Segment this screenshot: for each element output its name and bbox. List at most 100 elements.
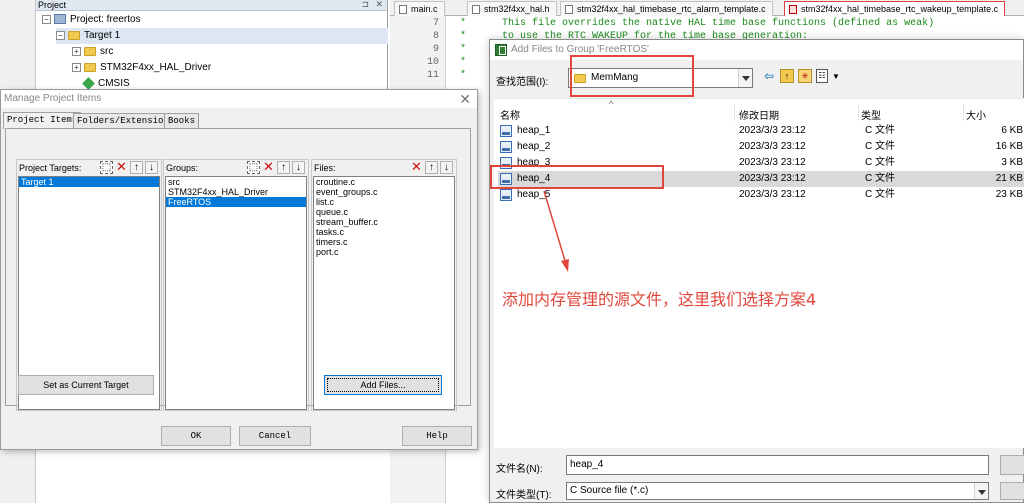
file-name: heap_2	[517, 141, 551, 152]
file-size: 16 KB	[995, 141, 1023, 152]
document-icon	[399, 5, 407, 14]
line-number: 11	[426, 70, 439, 81]
new-folder-icon[interactable]: ✳	[798, 69, 812, 83]
line-number: 7	[432, 18, 439, 29]
project-panel-title: Project ⊐ ✕	[36, 0, 387, 11]
c-file-icon	[500, 141, 512, 153]
file-date: 2023/3/3 23:12	[739, 189, 806, 200]
view-menu-icon[interactable]: ☷	[816, 69, 828, 83]
file-type-dropdown[interactable]: C Source file (*.c)	[566, 482, 989, 500]
move-down-icon[interactable]: ↓	[440, 161, 453, 174]
file-name-input[interactable]: heap_4	[566, 455, 989, 475]
tab-hal-h[interactable]: stm32f4xx_hal.h	[467, 1, 557, 16]
up-folder-icon[interactable]: ↑	[780, 69, 794, 83]
groups-list[interactable]: src STM32F4xx_HAL_Driver FreeRTOS	[165, 176, 307, 410]
file-size: 21 KB	[995, 173, 1023, 184]
dialog-title-bar[interactable]: Manage Project Items ✕	[1, 90, 477, 108]
move-up-icon[interactable]: ↑	[130, 161, 143, 174]
column-header-type[interactable]: 类型	[861, 107, 881, 122]
list-item[interactable]: STM32F4xx_HAL_Driver	[166, 187, 306, 197]
file-row[interactable]: heap_1 2023/3/3 23:12 C 文件 6 KB	[498, 123, 1024, 139]
pin-icon[interactable]: ⊐	[361, 0, 369, 10]
new-item-icon[interactable]: ⬚	[247, 161, 260, 174]
list-item[interactable]: event_groups.c	[314, 187, 454, 197]
tab-rtc-wakeup[interactable]: stm32f4xx_hal_timebase_rtc_wakeup_templa…	[784, 1, 1006, 16]
chevron-down-icon[interactable]	[974, 483, 988, 499]
tree-item-hal-driver[interactable]: + STM32F4xx_HAL_Driver	[72, 60, 211, 76]
list-item[interactable]: list.c	[314, 197, 454, 207]
ok-button[interactable]: OK	[161, 426, 231, 446]
move-down-icon[interactable]: ↓	[292, 161, 305, 174]
file-name: heap_1	[517, 125, 551, 136]
expand-icon[interactable]: +	[72, 62, 81, 72]
file-type: C 文件	[865, 189, 895, 200]
column-header-name[interactable]: 名称	[500, 107, 520, 122]
file-type-value: C Source file (*.c)	[570, 485, 649, 496]
file-type: C 文件	[865, 125, 895, 136]
tab-books[interactable]: Books	[164, 113, 200, 128]
column-separator[interactable]	[734, 103, 735, 121]
move-up-icon[interactable]: ↑	[277, 161, 290, 174]
tree-item-project[interactable]: − Project: freertos	[42, 12, 141, 28]
list-item[interactable]: tasks.c	[314, 227, 454, 237]
open-button[interactable]	[1000, 455, 1024, 475]
tab-project-items[interactable]: Project Items	[3, 112, 82, 129]
expand-icon[interactable]: +	[72, 46, 81, 56]
line-number: 9	[432, 44, 439, 55]
collapse-icon[interactable]: −	[56, 30, 65, 40]
tab-rtc-alarm[interactable]: stm32f4xx_hal_timebase_rtc_alarm_templat…	[560, 1, 773, 16]
file-list-view[interactable]: ^ 名称 修改日期 类型 大小 heap_1 2023/3/3 23:12 C …	[494, 98, 1024, 448]
file-size: 6 KB	[1001, 125, 1023, 136]
delete-icon[interactable]: ✕	[115, 160, 128, 174]
close-icon[interactable]: ✕	[375, 0, 383, 10]
set-current-target-button[interactable]: Set as Current Target	[18, 375, 154, 395]
annotation-text: 添加内存管理的源文件，这里我们选择方案4	[502, 290, 817, 309]
groups-group: Groups: ⬚ ✕ ↑ ↓ src STM32F4xx_HAL_Driver Fr…	[163, 159, 309, 411]
code-line: * This file overrides the native HAL tim…	[460, 18, 935, 29]
tab-main-c[interactable]: main.c	[394, 1, 445, 16]
list-item[interactable]: FreeRTOS	[166, 197, 306, 207]
component-icon	[82, 76, 95, 90]
tree-item-src[interactable]: + src	[72, 44, 113, 60]
list-item[interactable]: stream_buffer.c	[314, 217, 454, 227]
column-header-size[interactable]: 大小	[966, 107, 986, 122]
move-up-icon[interactable]: ↑	[425, 161, 438, 174]
help-button[interactable]: Help	[402, 426, 472, 446]
folder-icon	[84, 46, 96, 56]
c-file-icon	[500, 189, 512, 201]
list-item[interactable]: queue.c	[314, 207, 454, 217]
groups-label: Groups:	[166, 163, 199, 173]
project-items-panel: Project Targets: ⬚ ✕ ↑ ↓ Target 1 Groups: ⬚…	[5, 128, 471, 411]
chevron-down-icon[interactable]	[738, 69, 752, 87]
cancel-button[interactable]	[1000, 482, 1024, 500]
list-item[interactable]: timers.c	[314, 237, 454, 247]
move-down-icon[interactable]: ↓	[145, 161, 158, 174]
cancel-button[interactable]: Cancel	[239, 426, 311, 446]
manage-project-items-dialog: Manage Project Items ✕ Project Items Fol…	[0, 89, 478, 450]
list-item[interactable]: port.c	[314, 247, 454, 257]
file-row[interactable]: heap_2 2023/3/3 23:12 C 文件 16 KB	[498, 139, 1024, 155]
tree-item-target[interactable]: − Target 1	[56, 28, 388, 44]
column-separator[interactable]	[858, 103, 859, 121]
list-item[interactable]: src	[166, 177, 306, 187]
delete-icon[interactable]: ✕	[410, 160, 423, 174]
view-dropdown-icon[interactable]: ▼	[832, 72, 840, 81]
list-item[interactable]: croutine.c	[314, 177, 454, 187]
delete-icon[interactable]: ✕	[262, 160, 275, 174]
column-header-date[interactable]: 修改日期	[739, 107, 779, 122]
list-item[interactable]: Target 1	[19, 177, 159, 187]
highlight-box-look-in	[570, 55, 694, 97]
document-icon	[565, 5, 573, 14]
dialog-title: Add Files to Group 'FreeRTOS'	[511, 44, 649, 55]
back-arrow-icon[interactable]: ⇦	[762, 69, 776, 83]
add-files-button[interactable]: Add Files...	[324, 375, 442, 395]
collapse-icon[interactable]: −	[42, 14, 51, 24]
file-row[interactable]: heap_5 2023/3/3 23:12 C 文件 23 KB	[498, 187, 1024, 203]
look-in-label: 查找范围(I):	[496, 77, 549, 88]
new-item-icon[interactable]: ⬚	[100, 161, 113, 174]
tab-folders-extensions[interactable]: Folders/Extensions	[73, 113, 179, 128]
tree-item-label: src	[100, 46, 114, 57]
close-icon[interactable]: ✕	[459, 91, 471, 107]
add-files-dialog: Add Files to Group 'FreeRTOS' 查找范围(I): M…	[489, 39, 1024, 503]
column-separator[interactable]	[963, 103, 964, 121]
